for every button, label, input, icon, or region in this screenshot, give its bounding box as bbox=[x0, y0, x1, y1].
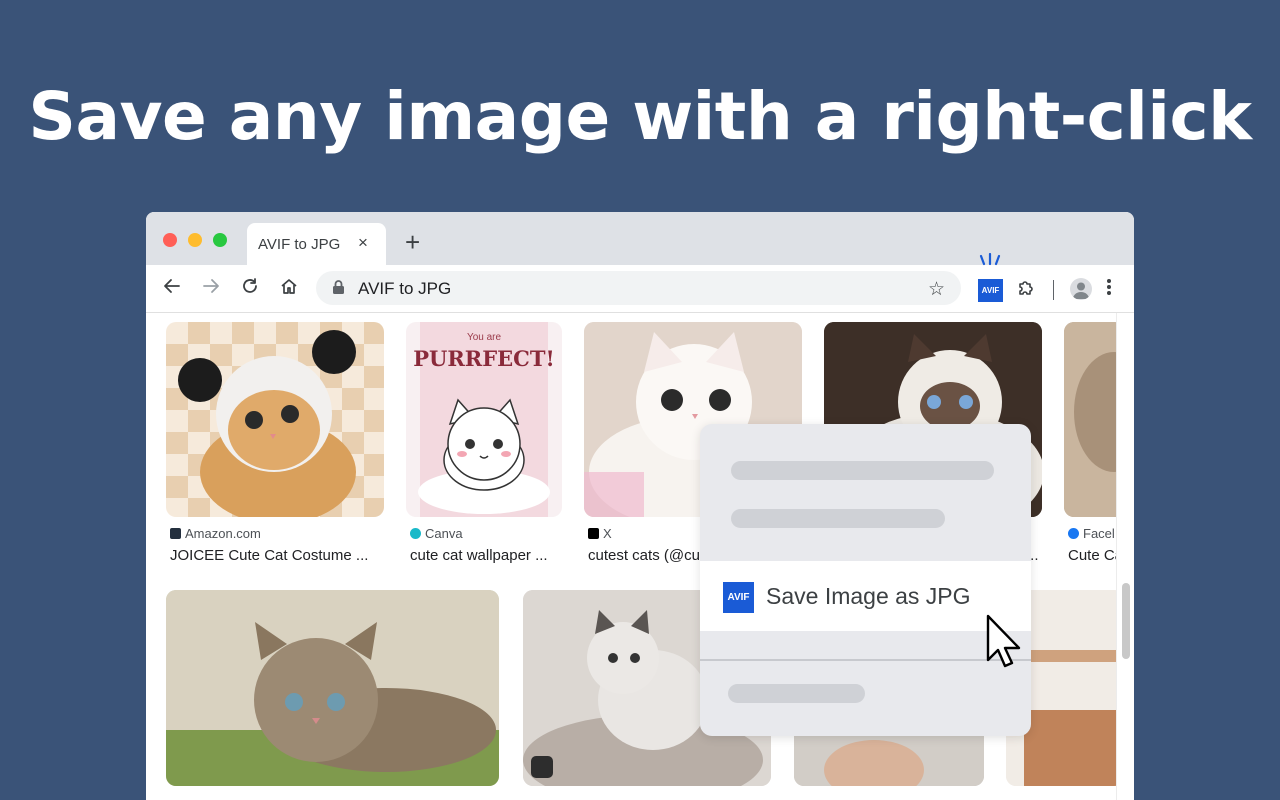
address-text: AVIF to JPG bbox=[358, 279, 452, 298]
avif-extension-icon[interactable]: AVIF bbox=[978, 279, 1003, 302]
tab-close-icon[interactable]: × bbox=[358, 233, 368, 253]
result-source: Facel bbox=[1068, 526, 1115, 541]
home-icon[interactable] bbox=[277, 277, 301, 301]
context-menu: AVIF Save Image as JPG bbox=[700, 424, 1031, 736]
wallpaper-text-line1: You are bbox=[466, 332, 502, 343]
mouse-pointer-icon bbox=[986, 614, 1021, 668]
address-bar[interactable]: AVIF to JPG ☆ bbox=[316, 271, 961, 305]
result-title[interactable]: cutest cats (@cu bbox=[588, 547, 702, 564]
result-title[interactable]: Cute Ca bbox=[1068, 547, 1118, 564]
menu-divider bbox=[700, 659, 1031, 661]
headline: Save any image with a right-click bbox=[28, 78, 1252, 155]
menu-placeholder-item bbox=[731, 461, 994, 480]
back-icon[interactable] bbox=[160, 277, 184, 301]
image-result-tabby-cat[interactable] bbox=[1064, 322, 1124, 517]
menu-item-label: Save Image as JPG bbox=[766, 583, 971, 609]
avif-badge-icon: AVIF bbox=[723, 582, 754, 613]
scrollbar-thumb[interactable] bbox=[1122, 583, 1130, 659]
tab-avif-to-jpg[interactable]: AVIF to JPG × bbox=[247, 223, 386, 265]
menu-kebab-icon[interactable] bbox=[1106, 277, 1112, 301]
result-source: Canva bbox=[410, 526, 463, 541]
highlight-sparkle-icon bbox=[979, 253, 1001, 266]
profile-avatar-icon[interactable] bbox=[1070, 278, 1092, 300]
image-result-cat-costume[interactable] bbox=[166, 322, 384, 517]
result-title[interactable]: JOICEE Cute Cat Costume ... bbox=[170, 547, 384, 564]
menu-placeholder-item bbox=[728, 684, 865, 703]
result-source: X bbox=[588, 526, 612, 541]
minimize-window-button[interactable] bbox=[188, 233, 202, 247]
forward-icon[interactable] bbox=[199, 277, 223, 301]
menu-placeholder-item bbox=[731, 509, 945, 528]
toolbar-divider bbox=[1053, 280, 1054, 300]
browser-toolbar: AVIF to JPG ☆ AVIF bbox=[146, 253, 1134, 313]
result-source: Amazon.com bbox=[170, 526, 261, 541]
tab-title: AVIF to JPG bbox=[258, 236, 341, 253]
close-window-button[interactable] bbox=[163, 233, 177, 247]
save-image-as-jpg-menu-item[interactable]: AVIF Save Image as JPG bbox=[700, 561, 1031, 631]
wallpaper-text-line2: PURRFECT! bbox=[413, 346, 555, 371]
reload-icon[interactable] bbox=[238, 277, 262, 301]
maximize-window-button[interactable] bbox=[213, 233, 227, 247]
result-title[interactable]: cute cat wallpaper ... bbox=[410, 547, 562, 564]
lock-icon bbox=[332, 279, 345, 300]
bookmark-star-icon[interactable]: ☆ bbox=[928, 278, 945, 301]
new-tab-button[interactable]: + bbox=[405, 229, 420, 255]
image-result-tabby-lying[interactable] bbox=[166, 590, 499, 786]
page-scrollbar[interactable] bbox=[1116, 313, 1134, 800]
image-result-cat-wallpaper[interactable]: You are PURRFECT! bbox=[406, 322, 562, 517]
extensions-puzzle-icon[interactable] bbox=[1016, 278, 1036, 303]
